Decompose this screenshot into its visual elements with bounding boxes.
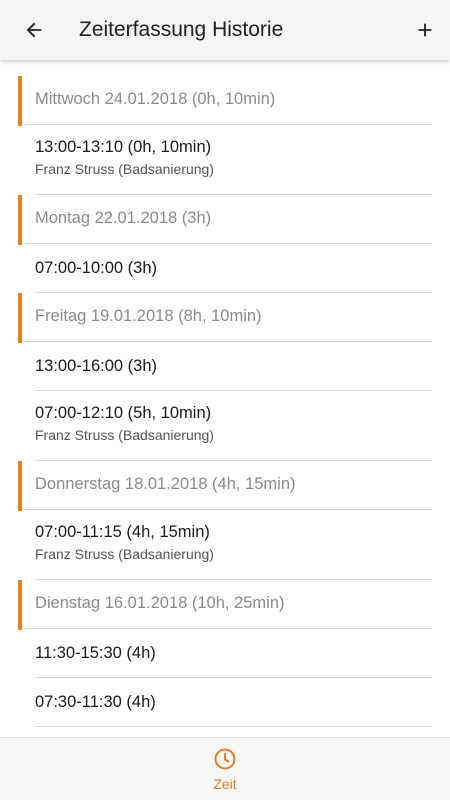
- day-header-label: Donnerstag 18.01.2018 (4h, 15min): [35, 475, 296, 493]
- time-entry-range: 13:00-13:10 (0h, 10min): [35, 138, 212, 156]
- arrow-left-icon: [26, 22, 42, 38]
- time-entry-detail: Franz Struss (Badsanierung): [35, 427, 214, 443]
- bottom-navigation: Zeit: [0, 737, 450, 800]
- plus-icon: [418, 23, 432, 37]
- time-entry[interactable]: 07:00-11:15 (4h, 15min) Franz Struss (Ba…: [35, 510, 432, 580]
- day-accent-bar: [18, 293, 22, 343]
- time-entry-detail: Franz Struss (Badsanierung): [35, 546, 214, 562]
- day-header-label: Dienstag 16.01.2018 (10h, 25min): [35, 594, 285, 612]
- nav-item-label: Zeit: [213, 776, 237, 792]
- time-entry[interactable]: 07:30-11:30 (4h): [35, 678, 432, 727]
- time-entry[interactable]: 11:30-15:30 (4h): [35, 629, 432, 678]
- page-title: Zeiterfassung Historie: [79, 18, 284, 41]
- day-header-label: Freitag 19.01.2018 (8h, 10min): [35, 307, 262, 325]
- day-accent-bar: [18, 580, 22, 630]
- time-entry-range: 07:00-12:10 (5h, 10min): [35, 404, 212, 422]
- time-entry[interactable]: 13:00-16:00 (3h): [35, 342, 432, 391]
- day-header-label: Montag 22.01.2018 (3h): [35, 209, 212, 227]
- day-accent-bar: [18, 76, 22, 126]
- add-entry-button[interactable]: [405, 10, 445, 50]
- nav-item-zeit[interactable]: Zeit: [195, 738, 255, 800]
- app-screen: Zeiterfassung Historie Mittwoch 24.01.20…: [0, 0, 450, 800]
- day-header: Donnerstag 18.01.2018 (4h, 15min): [18, 461, 432, 511]
- day-header: Mittwoch 24.01.2018 (0h, 10min): [18, 76, 432, 126]
- day-header: Freitag 19.01.2018 (8h, 10min): [18, 293, 432, 343]
- day-header-label: Mittwoch 24.01.2018 (0h, 10min): [35, 90, 276, 108]
- time-entry-range: 07:00-10:00 (3h): [35, 259, 158, 277]
- time-entry-range: 13:00-16:00 (3h): [35, 357, 158, 375]
- day-accent-bar: [18, 461, 22, 511]
- time-entry-range: 11:30-15:30 (4h): [35, 644, 156, 662]
- time-entry[interactable]: 13:00-13:10 (0h, 10min) Franz Struss (Ba…: [35, 125, 432, 195]
- time-entry-range: 07:30-11:30 (4h): [35, 693, 156, 711]
- day-accent-bar: [18, 195, 22, 245]
- day-header: Dienstag 16.01.2018 (10h, 25min): [18, 580, 432, 630]
- history-list: Mittwoch 24.01.2018 (0h, 10min) 13:00-13…: [0, 76, 450, 727]
- app-bar: Zeiterfassung Historie: [0, 0, 450, 60]
- day-header: Montag 22.01.2018 (3h): [18, 195, 432, 245]
- time-entry[interactable]: 07:00-10:00 (3h): [35, 244, 432, 293]
- clock-icon: [214, 748, 236, 770]
- time-entry-range: 07:00-11:15 (4h, 15min): [35, 523, 210, 541]
- back-button[interactable]: [14, 10, 54, 50]
- time-entry[interactable]: 07:00-12:10 (5h, 10min) Franz Struss (Ba…: [35, 391, 432, 461]
- time-entry-detail: Franz Struss (Badsanierung): [35, 161, 214, 177]
